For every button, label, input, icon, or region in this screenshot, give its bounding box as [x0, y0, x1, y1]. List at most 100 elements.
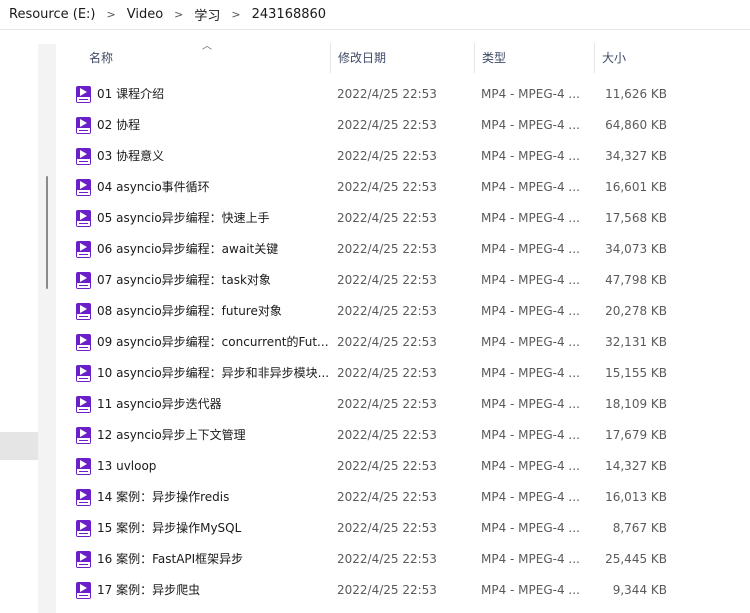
file-row[interactable]: 01 课程介绍 2022/4/25 22:53 MP4 - MPEG-4 ...… [56, 79, 750, 110]
file-row[interactable]: 09 asyncio异步编程：concurrent的Fut... 2022/4/… [56, 327, 750, 358]
file-size: 16,601 KB [605, 180, 667, 194]
mp4-video-file-icon [76, 520, 91, 537]
file-row[interactable]: 05 asyncio异步编程：快速上手 2022/4/25 22:53 MP4 … [56, 203, 750, 234]
chevron-right-icon[interactable]: > [174, 8, 183, 21]
file-name: 13 uvloop [97, 459, 157, 473]
column-header-date-modified[interactable]: 修改日期 [330, 43, 474, 73]
breadcrumb-item-video[interactable]: Video [127, 7, 163, 22]
file-type: MP4 - MPEG-4 ... [481, 552, 580, 566]
file-size: 9,344 KB [612, 583, 667, 597]
chevron-right-icon[interactable]: > [107, 8, 116, 21]
file-name: 05 asyncio异步编程：快速上手 [97, 211, 270, 225]
mp4-video-file-icon [76, 117, 91, 134]
file-size: 25,445 KB [605, 552, 667, 566]
file-row[interactable]: 06 asyncio异步编程：await关键 2022/4/25 22:53 M… [56, 234, 750, 265]
file-size: 20,278 KB [605, 304, 667, 318]
file-type: MP4 - MPEG-4 ... [481, 304, 580, 318]
file-row[interactable]: 04 asyncio事件循环 2022/4/25 22:53 MP4 - MPE… [56, 172, 750, 203]
file-name: 01 课程介绍 [97, 87, 165, 101]
file-type: MP4 - MPEG-4 ... [481, 149, 580, 163]
file-row[interactable]: 15 案例：异步操作MySQL 2022/4/25 22:53 MP4 - MP… [56, 513, 750, 544]
mp4-video-file-icon [76, 86, 91, 103]
file-size: 17,679 KB [605, 428, 667, 442]
file-date-modified: 2022/4/25 22:53 [337, 552, 437, 566]
file-type: MP4 - MPEG-4 ... [481, 211, 580, 225]
mp4-video-file-icon [76, 458, 91, 475]
file-date-modified: 2022/4/25 22:53 [337, 273, 437, 287]
column-header-size[interactable]: 大小 [594, 43, 676, 73]
file-type: MP4 - MPEG-4 ... [481, 397, 580, 411]
mp4-video-file-icon [76, 148, 91, 165]
file-type: MP4 - MPEG-4 ... [481, 87, 580, 101]
file-row[interactable]: 12 asyncio异步上下文管理 2022/4/25 22:53 MP4 - … [56, 420, 750, 451]
file-name: 08 asyncio异步编程：future对象 [97, 304, 282, 318]
mp4-video-file-icon [76, 303, 91, 320]
mp4-video-file-icon [76, 334, 91, 351]
file-name: 15 案例：异步操作MySQL [97, 521, 242, 535]
file-date-modified: 2022/4/25 22:53 [337, 521, 437, 535]
file-size: 16,013 KB [605, 490, 667, 504]
file-date-modified: 2022/4/25 22:53 [337, 180, 437, 194]
file-type: MP4 - MPEG-4 ... [481, 180, 580, 194]
navigation-scrollbar-thumb[interactable] [46, 176, 48, 289]
file-row[interactable]: 16 案例：FastAPI框架异步 2022/4/25 22:53 MP4 - … [56, 544, 750, 575]
navigation-pane-selected-item[interactable] [0, 432, 38, 460]
mp4-video-file-icon [76, 272, 91, 289]
file-size: 34,327 KB [605, 149, 667, 163]
file-date-modified: 2022/4/25 22:53 [337, 149, 437, 163]
chevron-right-icon[interactable]: > [231, 8, 240, 21]
file-type: MP4 - MPEG-4 ... [481, 459, 580, 473]
file-type: MP4 - MPEG-4 ... [481, 273, 580, 287]
file-type: MP4 - MPEG-4 ... [481, 242, 580, 256]
file-size: 64,860 KB [605, 118, 667, 132]
file-row[interactable]: 11 asyncio异步迭代器 2022/4/25 22:53 MP4 - MP… [56, 389, 750, 420]
file-name: 04 asyncio事件循环 [97, 180, 210, 194]
file-type: MP4 - MPEG-4 ... [481, 366, 580, 380]
file-name: 06 asyncio异步编程：await关键 [97, 242, 279, 256]
file-row[interactable]: 13 uvloop 2022/4/25 22:53 MP4 - MPEG-4 .… [56, 451, 750, 482]
file-date-modified: 2022/4/25 22:53 [337, 118, 437, 132]
file-name: 07 asyncio异步编程：task对象 [97, 273, 271, 287]
breadcrumb-item-study[interactable]: 学习 [194, 5, 220, 24]
mp4-video-file-icon [76, 179, 91, 196]
file-type: MP4 - MPEG-4 ... [481, 521, 580, 535]
file-name: 12 asyncio异步上下文管理 [97, 428, 246, 442]
file-size: 15,155 KB [605, 366, 667, 380]
file-row[interactable]: 02 协程 2022/4/25 22:53 MP4 - MPEG-4 ... 6… [56, 110, 750, 141]
file-name: 11 asyncio异步迭代器 [97, 397, 222, 411]
file-name: 02 协程 [97, 118, 141, 132]
mp4-video-file-icon [76, 210, 91, 227]
file-row[interactable]: 10 asyncio异步编程：异步和非异步模块... 2022/4/25 22:… [56, 358, 750, 389]
file-name: 03 协程意义 [97, 149, 165, 163]
sort-ascending-icon: ︿ [202, 41, 212, 52]
breadcrumb-item-drive[interactable]: Resource (E:) [9, 7, 96, 22]
file-size: 18,109 KB [605, 397, 667, 411]
file-type: MP4 - MPEG-4 ... [481, 118, 580, 132]
column-header-row: 名称 修改日期 类型 大小 [56, 43, 750, 73]
mp4-video-file-icon [76, 489, 91, 506]
file-size: 34,073 KB [605, 242, 667, 256]
file-row[interactable]: 03 协程意义 2022/4/25 22:53 MP4 - MPEG-4 ...… [56, 141, 750, 172]
mp4-video-file-icon [76, 582, 91, 599]
file-date-modified: 2022/4/25 22:53 [337, 583, 437, 597]
file-date-modified: 2022/4/25 22:53 [337, 211, 437, 225]
file-row[interactable]: 07 asyncio异步编程：task对象 2022/4/25 22:53 MP… [56, 265, 750, 296]
file-name: 16 案例：FastAPI框架异步 [97, 552, 244, 566]
navigation-pane [0, 31, 38, 613]
file-name: 14 案例：异步操作redis [97, 490, 230, 504]
file-row[interactable]: 08 asyncio异步编程：future对象 2022/4/25 22:53 … [56, 296, 750, 327]
mp4-video-file-icon [76, 551, 91, 568]
file-row[interactable]: 17 案例：异步爬虫 2022/4/25 22:53 MP4 - MPEG-4 … [56, 575, 750, 606]
mp4-video-file-icon [76, 396, 91, 413]
pane-divider[interactable] [38, 44, 56, 613]
breadcrumb-item-current-folder[interactable]: 243168860 [252, 7, 326, 22]
file-date-modified: 2022/4/25 22:53 [337, 366, 437, 380]
file-date-modified: 2022/4/25 22:53 [337, 304, 437, 318]
file-row[interactable]: 14 案例：异步操作redis 2022/4/25 22:53 MP4 - MP… [56, 482, 750, 513]
file-size: 11,626 KB [605, 87, 667, 101]
column-header-type[interactable]: 类型 [474, 43, 594, 73]
file-date-modified: 2022/4/25 22:53 [337, 490, 437, 504]
file-date-modified: 2022/4/25 22:53 [337, 428, 437, 442]
file-size: 14,327 KB [605, 459, 667, 473]
file-size: 8,767 KB [612, 521, 667, 535]
